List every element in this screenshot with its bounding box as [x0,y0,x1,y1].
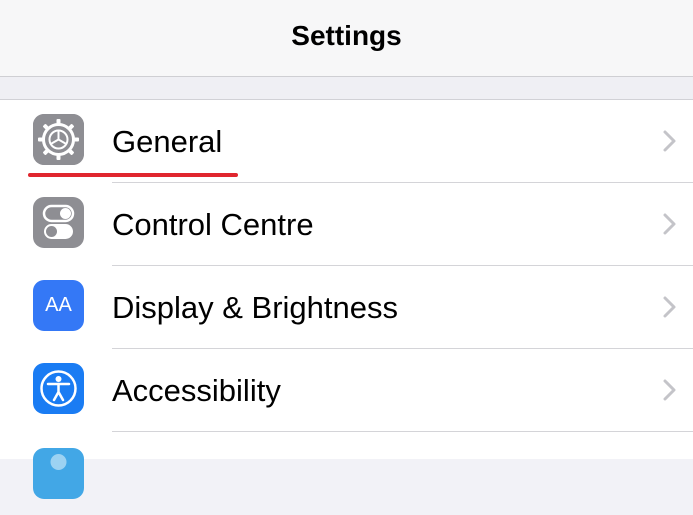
settings-list: General Control Centre AA Display & Brig… [0,100,693,499]
wallpaper-icon [33,448,84,499]
text-size-icon: AA [33,280,84,331]
settings-row-accessibility[interactable]: Accessibility [0,349,693,432]
chevron-right-icon [662,129,678,153]
navigation-bar: Settings [0,0,693,77]
settings-row-wallpaper[interactable] [0,432,693,515]
section-gap [0,77,693,100]
settings-row-general[interactable]: General [0,100,693,183]
accessibility-icon [33,363,84,414]
page-title: Settings [291,20,402,51]
chevron-right-icon [662,378,678,402]
chevron-right-icon [662,295,678,319]
settings-row-label: Display & Brightness [112,290,399,325]
highlight-underline [28,173,238,177]
settings-row-display-brightness[interactable]: AA Display & Brightness [0,266,693,349]
settings-row-label: General [112,124,223,159]
settings-row-label: Accessibility [112,373,281,408]
settings-row-control-centre[interactable]: Control Centre [0,183,693,266]
switches-icon [33,197,84,248]
settings-row-label: Control Centre [112,207,314,242]
gear-icon [33,114,84,165]
chevron-right-icon [662,212,678,236]
text-size-icon-glyph: AA [45,294,72,316]
